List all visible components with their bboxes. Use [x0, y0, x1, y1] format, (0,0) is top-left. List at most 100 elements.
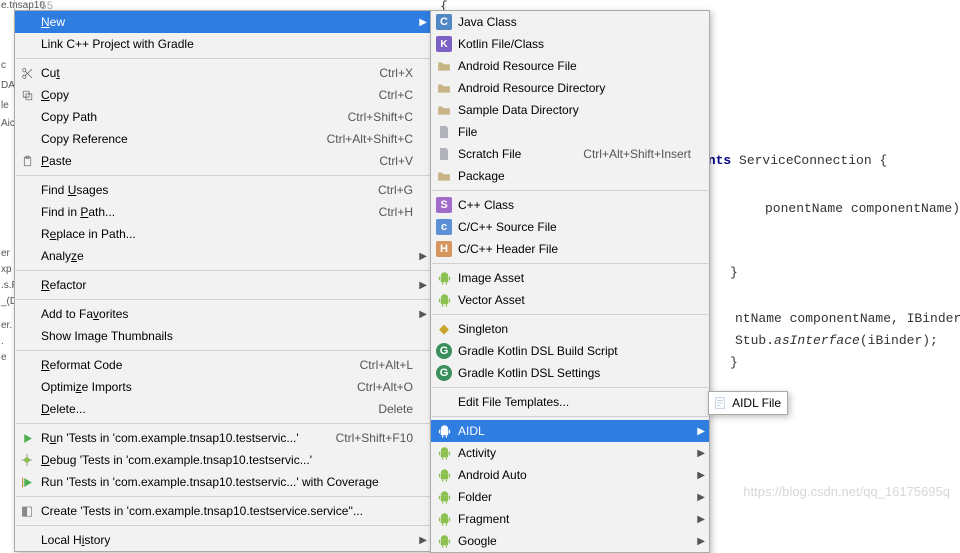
ctx-main-item-copy[interactable]: CopyCtrl+C [15, 84, 431, 106]
menu-item-label: Gradle Kotlin DSL Build Script [454, 344, 618, 358]
menu-item-label: Activity [454, 446, 496, 460]
cpp-source-icon: c [436, 219, 452, 235]
ctx-new-item-singleton[interactable]: ◆Singleton [431, 318, 709, 340]
menu-separator [16, 423, 430, 424]
ctx-new-item-android-resource-file[interactable]: Android Resource File [431, 55, 709, 77]
ctx-new-item-android-auto[interactable]: Android Auto▶ [431, 464, 709, 486]
ctx-main-item-reformat-code[interactable]: Reformat CodeCtrl+Alt+L [15, 354, 431, 376]
menu-item-label: Copy Path [37, 110, 97, 124]
menu-item-label: C/C++ Header File [454, 242, 558, 256]
menu-item-shortcut: Ctrl+Alt+L [360, 358, 425, 372]
menu-item-label: Android Resource Directory [454, 81, 605, 95]
menu-separator [16, 496, 430, 497]
ctx-main-item-optimize-imports[interactable]: Optimize ImportsCtrl+Alt+O [15, 376, 431, 398]
menu-item-label: Create 'Tests in 'com.example.tnsap10.te… [37, 504, 363, 518]
ctx-new-item-java-class[interactable]: CJava Class [431, 11, 709, 33]
ctx-main-item-cut[interactable]: Cut Ctrl+X [15, 62, 431, 84]
ctx-new-item-edit-file-templates[interactable]: Edit File Templates... [431, 391, 709, 413]
ctx-new-item-file[interactable]: File [431, 121, 709, 143]
menu-separator [432, 190, 708, 191]
ctx-main-item-create-tests-in-com-example-tnsap10-testservice-service[interactable]: ◧Create 'Tests in 'com.example.tnsap10.t… [15, 500, 431, 522]
menu-item-label: Cut [37, 66, 60, 80]
ctx-new-item-image-asset[interactable]: Image Asset [431, 267, 709, 289]
menu-item-label: Android Resource File [454, 59, 577, 73]
context-menu-new-submenu: CJava ClassKKotlin File/Class Android Res… [430, 10, 710, 553]
ctx-main-item-find-in-path[interactable]: Find in Path... Ctrl+H [15, 201, 431, 223]
ctx-main-item-find-usages[interactable]: Find UsagesCtrl+G [15, 179, 431, 201]
menu-item-shortcut: Ctrl+X [379, 66, 425, 80]
menu-item-label: Replace in Path... [37, 227, 136, 241]
menu-item-label: File [454, 125, 477, 139]
ctx-new-item-gradle-kotlin-dsl-settings[interactable]: GGradle Kotlin DSL Settings [431, 362, 709, 384]
submenu-arrow-icon: ▶ [419, 280, 427, 291]
ctx-main-item-add-to-favorites[interactable]: Add to Favorites▶ [15, 303, 431, 325]
ctx-new-item-c-class[interactable]: SC++ Class [431, 194, 709, 216]
ctx-main-item-copy-reference[interactable]: Copy ReferenceCtrl+Alt+Shift+C [15, 128, 431, 150]
menu-item-shortcut: Ctrl+H [379, 205, 425, 219]
ctx-main-item-paste[interactable]: PasteCtrl+V [15, 150, 431, 172]
menu-item-label: Paste [37, 154, 72, 168]
folder-icon [437, 170, 451, 182]
menu-item-shortcut: Ctrl+C [379, 88, 425, 102]
ctx-main-item-delete[interactable]: Delete...Delete [15, 398, 431, 420]
submenu-arrow-icon: ▶ [419, 535, 427, 546]
menu-item-label: Sample Data Directory [454, 103, 579, 117]
gradle-icon: G [436, 365, 452, 381]
ctx-new-item-google[interactable]: Google▶ [431, 530, 709, 552]
ctx-new-item-vector-asset[interactable]: Vector Asset [431, 289, 709, 311]
ctx-aidl-item-aidl-file[interactable]: AIDL File [709, 392, 787, 414]
android-icon [437, 424, 452, 439]
ctx-main-item-copy-path[interactable]: Copy PathCtrl+Shift+C [15, 106, 431, 128]
android-icon [437, 512, 452, 527]
ctx-main-item-replace-in-path[interactable]: Replace in Path... [15, 223, 431, 245]
menu-item-shortcut: Ctrl+G [378, 183, 425, 197]
ctx-main-item-debug-tests-in-com-example-tnsap10-testservic[interactable]: Debug 'Tests in 'com.example.tnsap10.tes… [15, 449, 431, 471]
android-icon [437, 271, 452, 286]
ctx-new-item-fragment[interactable]: Fragment▶ [431, 508, 709, 530]
menu-item-label: Image Asset [454, 271, 524, 285]
ctx-main-item-analyze[interactable]: Analyze▶ [15, 245, 431, 267]
ctx-main-item-link-c-project-with-gradle[interactable]: Link C++ Project with Gradle [15, 33, 431, 55]
menu-separator [432, 314, 708, 315]
submenu-arrow-icon: ▶ [419, 309, 427, 320]
ctx-new-item-package[interactable]: Package [431, 165, 709, 187]
menu-item-label: Show Image Thumbnails [37, 329, 173, 343]
menu-item-label: Local History [37, 533, 110, 547]
ctx-main-item-refactor[interactable]: Refactor▶ [15, 274, 431, 296]
menu-separator [432, 263, 708, 264]
ctx-new-item-aidl[interactable]: AIDL▶ [431, 420, 709, 442]
ctx-new-item-scratch-file[interactable]: Scratch FileCtrl+Alt+Shift+Insert [431, 143, 709, 165]
cpp-class-icon: S [436, 197, 452, 213]
ctx-new-item-c-c-source-file[interactable]: cC/C++ Source File [431, 216, 709, 238]
android-icon [437, 468, 452, 483]
ctx-new-item-folder[interactable]: Folder▶ [431, 486, 709, 508]
ctx-new-item-activity[interactable]: Activity▶ [431, 442, 709, 464]
ctx-main-item-run-tests-in-com-example-tnsap10-testservic[interactable]: Run 'Tests in 'com.example.tnsap10.tests… [15, 427, 431, 449]
debug-icon [20, 453, 34, 467]
singleton-icon: ◆ [439, 321, 449, 337]
android-icon [437, 293, 452, 308]
menu-item-label: Find in Path... [37, 205, 115, 219]
menu-item-label: Run 'Tests in 'com.example.tnsap10.tests… [37, 475, 379, 489]
ctx-new-item-android-resource-directory[interactable]: Android Resource Directory [431, 77, 709, 99]
menu-item-label: Package [454, 169, 505, 183]
ctx-new-item-sample-data-directory[interactable]: Sample Data Directory [431, 99, 709, 121]
menu-separator [432, 416, 708, 417]
ctx-new-item-c-c-header-file[interactable]: HC/C++ Header File [431, 238, 709, 260]
folder-icon [437, 82, 451, 94]
java-class-icon: C [436, 14, 452, 30]
menu-separator [16, 525, 430, 526]
ctx-new-item-kotlin-file-class[interactable]: KKotlin File/Class [431, 33, 709, 55]
ctx-main-item-new[interactable]: New▶ [15, 11, 431, 33]
ctx-main-item-run-tests-in-com-example-tnsap10-testservic-with-coverage[interactable]: Run 'Tests in 'com.example.tnsap10.tests… [15, 471, 431, 493]
menu-item-label: Vector Asset [454, 293, 525, 307]
ctx-main-item-show-image-thumbnails[interactable]: Show Image Thumbnails [15, 325, 431, 347]
scissors-icon [21, 67, 34, 80]
watermark-text: https://blog.csdn.net/qq_16175695q [743, 484, 950, 499]
context-menu-aidl-submenu: AIDL File [708, 391, 788, 415]
ctx-new-item-gradle-kotlin-dsl-build-script[interactable]: GGradle Kotlin DSL Build Script [431, 340, 709, 362]
menu-item-label: Folder [454, 490, 492, 504]
ctx-main-item-local-history[interactable]: Local History ▶ [15, 529, 431, 551]
menu-item-label: AIDL [454, 424, 485, 438]
menu-item-label: Kotlin File/Class [454, 37, 544, 51]
